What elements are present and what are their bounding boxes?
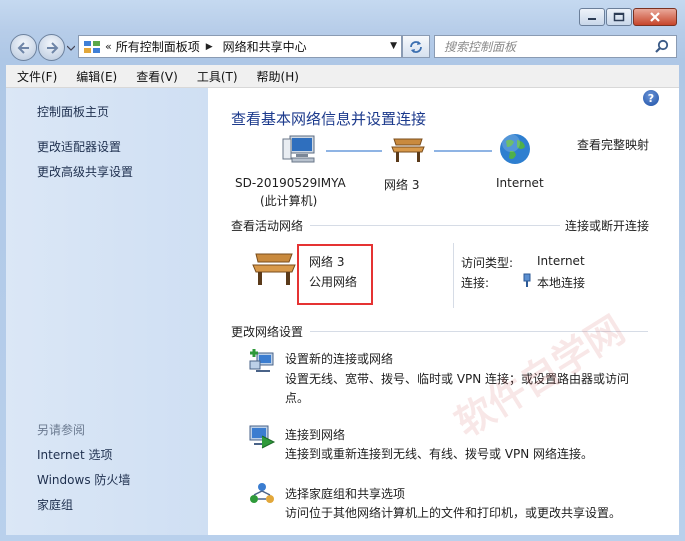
- sidebar: 控制面板主页 更改适配器设置 更改高级共享设置 另请参阅 Internet 选项…: [6, 88, 208, 535]
- task-desc-homegroup: 访问位于其他网络计算机上的文件和打印机，或更改共享设置。: [285, 506, 622, 520]
- window-frame: « 所有控制面板项 ▶ 网络和共享中心 ▼ 搜索控制面板 文件(F) 编辑(E)…: [0, 0, 685, 541]
- back-button[interactable]: [10, 34, 37, 61]
- task-desc-connect-network: 连接到或重新连接到无线、有线、拨号或 VPN 网络连接。: [285, 447, 594, 461]
- maximize-icon: [613, 12, 625, 22]
- public-network-bench-icon: [252, 253, 296, 285]
- search-input[interactable]: 搜索控制面板: [444, 38, 654, 55]
- internet-globe-icon: [500, 134, 530, 164]
- network-bench-icon: [391, 138, 425, 162]
- main-panel: ? 查看基本网络信息并设置连接 查看完整映射 SD-20190529IMYA (…: [208, 88, 679, 535]
- internet-label: Internet: [496, 176, 544, 190]
- forward-arrow-icon: [46, 41, 58, 54]
- sidebar-link-firewall[interactable]: Windows 防火墙: [37, 471, 130, 488]
- page-title: 查看基本网络信息并设置连接: [231, 110, 427, 128]
- local-connection-link[interactable]: 本地连接: [537, 274, 585, 291]
- menu-file[interactable]: 文件(F): [6, 68, 65, 85]
- refresh-button[interactable]: [402, 35, 430, 58]
- access-type-value: Internet: [537, 254, 585, 268]
- computer-icon: [282, 135, 315, 163]
- see-also-header: 另请参阅: [37, 423, 86, 437]
- task-link-homegroup[interactable]: 选择家庭组和共享选项: [285, 485, 405, 502]
- address-overflow[interactable]: «: [105, 40, 112, 53]
- recent-pages-chevron-icon[interactable]: [67, 44, 75, 52]
- task-link-connect-network[interactable]: 连接到网络: [285, 426, 345, 443]
- computer-sub-label: (此计算机): [260, 194, 318, 208]
- window-controls: [578, 8, 677, 26]
- divider: [310, 225, 560, 226]
- menu-bar: 文件(F) 编辑(E) 查看(V) 工具(T) 帮助(H): [6, 65, 679, 88]
- menu-tools[interactable]: 工具(T): [186, 68, 246, 85]
- navigation-bar: « 所有控制面板项 ▶ 网络和共享中心 ▼ 搜索控制面板: [0, 30, 685, 62]
- change-settings-header: 更改网络设置: [231, 325, 304, 339]
- sidebar-link-advanced-sharing[interactable]: 更改高级共享设置: [37, 163, 133, 180]
- active-networks-header: 查看活动网络: [231, 219, 304, 233]
- homegroup-icon: [250, 483, 274, 503]
- task-link-new-connection[interactable]: 设置新的连接或网络: [285, 350, 393, 367]
- control-panel-icon: [84, 40, 100, 53]
- close-button[interactable]: [633, 8, 677, 26]
- content-area: 控制面板主页 更改适配器设置 更改高级共享设置 另请参阅 Internet 选项…: [6, 88, 679, 535]
- help-icon[interactable]: ?: [643, 90, 659, 106]
- link-line-1: [326, 150, 382, 152]
- menu-help[interactable]: 帮助(H): [246, 68, 307, 85]
- sidebar-link-homegroup[interactable]: 家庭组: [37, 496, 73, 513]
- highlight-box: [297, 244, 373, 305]
- access-type-label: 访问类型:: [461, 256, 514, 270]
- connect-network-icon: [249, 425, 276, 449]
- address-bar[interactable]: « 所有控制面板项 ▶ 网络和共享中心 ▼: [78, 35, 402, 58]
- breadcrumb-network-center[interactable]: 网络和共享中心: [223, 38, 307, 55]
- sidebar-link-home[interactable]: 控制面板主页: [37, 103, 109, 120]
- close-icon: [650, 12, 660, 22]
- computer-name: SD-20190529IMYA: [235, 176, 346, 190]
- search-box[interactable]: 搜索控制面板: [434, 35, 677, 58]
- minimize-button[interactable]: [579, 8, 605, 26]
- network-name-label: 网络 3: [384, 178, 420, 192]
- connection-label: 连接:: [461, 276, 490, 290]
- connect-disconnect-link[interactable]: 连接或断开连接: [565, 217, 649, 234]
- vertical-divider: [453, 243, 454, 308]
- breadcrumb-all-items[interactable]: 所有控制面板项: [116, 38, 200, 55]
- search-icon[interactable]: [654, 39, 670, 55]
- minimize-icon: [588, 18, 596, 20]
- menu-view[interactable]: 查看(V): [125, 68, 186, 85]
- back-arrow-icon: [17, 41, 29, 54]
- breadcrumb-arrow-icon[interactable]: ▶: [206, 42, 213, 52]
- address-dropdown-icon[interactable]: ▼: [390, 41, 397, 51]
- sidebar-link-internet-options[interactable]: Internet 选项: [37, 446, 112, 463]
- menu-edit[interactable]: 编辑(E): [65, 68, 125, 85]
- forward-button[interactable]: [38, 34, 65, 61]
- ethernet-plug-icon: [523, 273, 531, 287]
- link-line-2: [434, 150, 492, 152]
- refresh-icon: [410, 40, 422, 53]
- new-connection-icon: [249, 349, 274, 372]
- maximize-button[interactable]: [606, 8, 632, 26]
- view-full-map-link[interactable]: 查看完整映射: [577, 136, 649, 153]
- sidebar-link-adapter[interactable]: 更改适配器设置: [37, 138, 121, 155]
